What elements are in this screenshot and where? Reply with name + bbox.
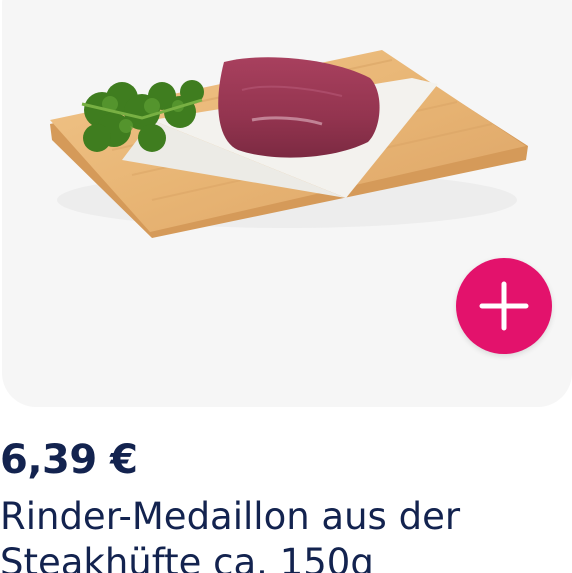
- product-name[interactable]: Rinder-Medaillon aus der Steakhüfte ca. …: [0, 494, 572, 573]
- plus-icon: [479, 281, 529, 331]
- product-price: 6,39 €: [0, 437, 138, 483]
- add-to-cart-button[interactable]: [456, 258, 552, 354]
- product-card[interactable]: 6,39 € Rinder-Medaillon aus der Steakhüf…: [0, 0, 572, 573]
- product-image-container[interactable]: [2, 0, 572, 407]
